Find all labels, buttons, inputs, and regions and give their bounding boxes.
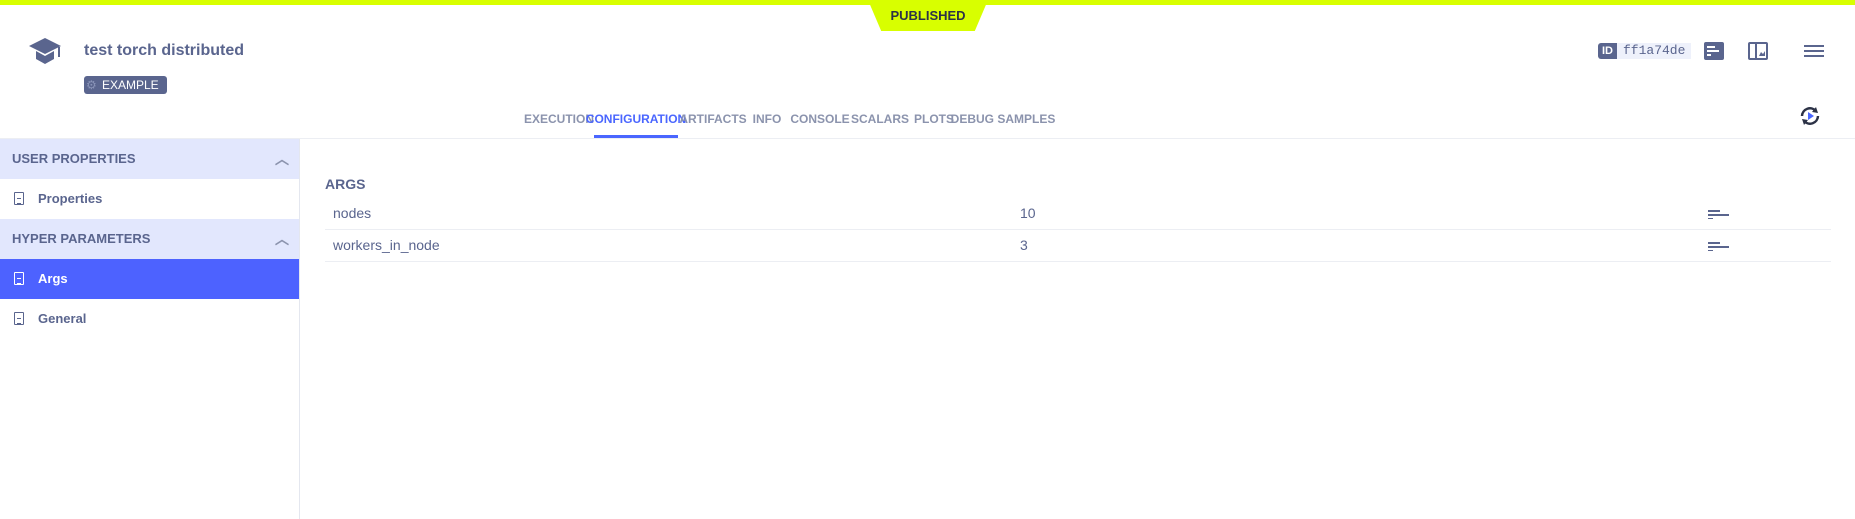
param-key: nodes — [333, 205, 372, 221]
tab-debug-samples[interactable]: DEBUG SAMPLES — [951, 112, 1056, 126]
param-key: workers_in_node — [333, 237, 440, 253]
param-value: 3 — [1020, 237, 1028, 253]
active-tab-indicator — [594, 135, 678, 138]
id-label: ID — [1598, 43, 1617, 59]
info-panel-icon[interactable] — [1704, 42, 1724, 60]
tab-artifacts[interactable]: ARTIFACTS — [679, 112, 746, 126]
sidebar-item-args[interactable]: Args — [0, 259, 299, 299]
document-icon — [14, 192, 24, 205]
description-icon[interactable] — [1708, 210, 1729, 219]
section-title: USER PROPERTIES — [12, 151, 136, 166]
table-row: workers_in_node 3 — [325, 230, 1831, 262]
section-heading: ARGS — [325, 176, 366, 192]
section-hyper-parameters[interactable]: HYPER PARAMETERS ︿ — [0, 219, 299, 259]
gear-icon: ⚙ — [86, 78, 97, 92]
param-value: 10 — [1020, 205, 1036, 221]
auto-refresh-icon[interactable] — [1798, 104, 1822, 128]
sidebar-item-label: Properties — [38, 191, 103, 206]
status-banner: PUBLISHED — [868, 0, 988, 31]
document-icon — [14, 272, 24, 285]
tab-execution[interactable]: EXECUTION — [524, 112, 594, 126]
tab-plots[interactable]: PLOTS — [914, 112, 954, 126]
description-icon[interactable] — [1708, 242, 1729, 251]
tab-console[interactable]: CONSOLE — [790, 112, 849, 126]
sidebar: USER PROPERTIES ︿ Properties HYPER PARAME… — [0, 139, 300, 519]
tag-label: EXAMPLE — [102, 78, 159, 92]
section-user-properties[interactable]: USER PROPERTIES ︿ — [0, 139, 299, 179]
section-title: HYPER PARAMETERS — [12, 231, 151, 246]
id-value: ff1a74de — [1617, 43, 1692, 59]
tab-scalars[interactable]: SCALARS — [851, 112, 909, 126]
tab-configuration[interactable]: CONFIGURATION — [586, 112, 686, 126]
table-row: nodes 10 — [325, 198, 1831, 230]
sidebar-item-properties[interactable]: Properties — [0, 179, 299, 219]
task-id[interactable]: ID ff1a74de — [1598, 43, 1692, 59]
sidebar-item-general[interactable]: General — [0, 299, 299, 339]
graduation-cap-icon — [29, 38, 61, 64]
tab-info[interactable]: INFO — [753, 112, 782, 126]
document-icon — [14, 312, 24, 325]
menu-icon[interactable] — [1804, 42, 1824, 60]
sidebar-item-label: Args — [38, 271, 68, 286]
details-layout-icon[interactable] — [1748, 42, 1768, 60]
args-panel: ARGS nodes 10 workers_in_node 3 — [325, 176, 1831, 262]
chevron-up-icon[interactable]: ︿ — [275, 139, 289, 179]
tag-badge[interactable]: ⚙ EXAMPLE — [84, 76, 167, 94]
task-title: test torch distributed — [84, 42, 245, 59]
chevron-up-icon[interactable]: ︿ — [275, 219, 289, 259]
sidebar-item-label: General — [38, 311, 87, 326]
tab-bar: EXECUTION CONFIGURATION ARTIFACTS INFO C… — [0, 104, 1855, 139]
